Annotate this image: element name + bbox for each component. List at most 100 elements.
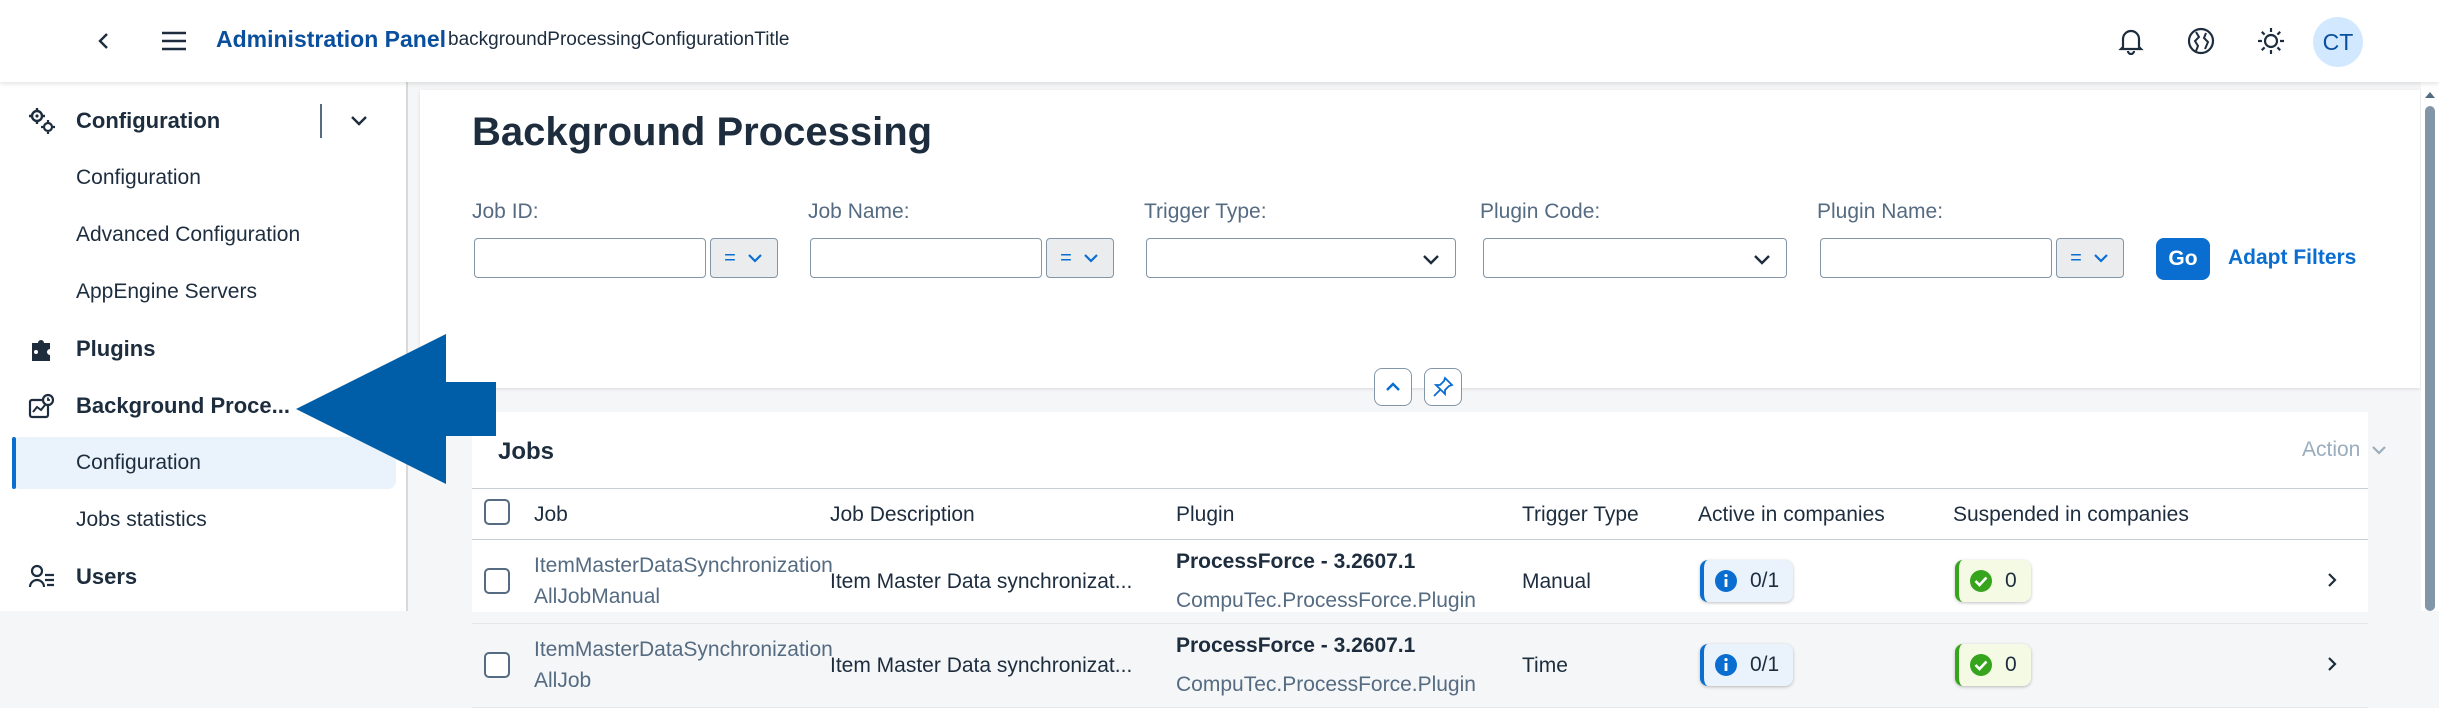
sidebar-item-label: Plugins	[76, 336, 156, 361]
puzzle-icon	[22, 335, 62, 363]
plugin-name-label: Plugin Name:	[1817, 200, 1944, 223]
scroll-thumb[interactable]	[2425, 106, 2435, 611]
active-count: 0/1	[1750, 569, 1780, 592]
row-checkbox[interactable]	[484, 652, 510, 678]
sidebar-subitem-jobs-statistics[interactable]: Jobs statistics	[12, 494, 396, 546]
bell-icon	[2118, 29, 2144, 55]
sidebar-item-configuration[interactable]: Configuration	[12, 95, 396, 147]
page-title: Background Processing	[472, 110, 933, 154]
sidebar-item-label: Configuration	[76, 166, 201, 189]
column-header-job-description[interactable]: Job Description	[830, 503, 975, 527]
vertical-scrollbar[interactable]	[2421, 82, 2439, 611]
action-label: Action	[2302, 438, 2361, 461]
chevron-down-icon	[1084, 254, 1098, 263]
chevron-down-icon[interactable]	[348, 110, 370, 138]
menu-button[interactable]	[150, 17, 198, 65]
operator-value: =	[2070, 246, 2082, 269]
avatar[interactable]: CT	[2313, 17, 2363, 67]
operator-value: =	[724, 246, 736, 269]
sidebar-item-label: Configuration	[76, 108, 221, 133]
sidebar-subitem-configuration[interactable]: Configuration	[12, 152, 396, 204]
page-subtitle: backgroundProcessingConfigurationTitle	[448, 29, 790, 50]
job-id-input[interactable]	[474, 238, 706, 278]
job-name-input[interactable]	[810, 238, 1042, 278]
info-icon	[1715, 654, 1737, 676]
operator-value: =	[1060, 246, 1072, 269]
pin-icon	[1433, 376, 1454, 397]
job-description: Item Master Data synchronizat...	[830, 570, 1133, 593]
trigger-type: Manual	[1522, 570, 1591, 593]
sidebar-item-label: Configuration	[76, 451, 201, 474]
job-name-line1[interactable]: ItemMasterDataSynchronization	[534, 554, 833, 578]
gears-icon	[22, 107, 62, 135]
chevron-left-icon	[98, 33, 108, 49]
chevron-down-icon	[1423, 255, 1439, 265]
column-header-plugin[interactable]: Plugin	[1176, 503, 1234, 527]
annotation-arrow	[296, 334, 496, 484]
trigger-type-label: Trigger Type:	[1144, 200, 1267, 223]
go-button[interactable]: Go	[2156, 238, 2210, 280]
job-name-operator-select[interactable]: =	[1046, 238, 1114, 278]
active-count: 0/1	[1750, 653, 1780, 676]
suspended-count: 0	[2005, 569, 2017, 592]
sidebar-item-users[interactable]: Users	[12, 551, 396, 603]
sidebar-item-label: AppEngine Servers	[76, 280, 257, 303]
job-name-line2[interactable]: AllJob	[534, 669, 591, 693]
chevron-right-icon[interactable]	[2324, 654, 2340, 674]
job-description: Item Master Data synchronizat...	[830, 654, 1133, 677]
chevron-down-icon	[2372, 446, 2387, 455]
theme-button[interactable]	[2247, 17, 2295, 65]
plugin-code-label: Plugin Code:	[1480, 200, 1601, 223]
job-name-line2[interactable]: AllJobManual	[534, 585, 660, 609]
notifications-button[interactable]	[2107, 17, 2155, 65]
back-button[interactable]	[80, 17, 128, 65]
language-button[interactable]	[2177, 17, 2225, 65]
column-header-suspended-in-companies[interactable]: Suspended in companies	[1953, 503, 2189, 527]
success-check-icon	[1970, 654, 1992, 676]
table-header: Job Job Description Plugin Trigger Type …	[472, 488, 2368, 540]
globe-icon	[2187, 27, 2215, 55]
job-name-label: Job Name:	[808, 200, 910, 223]
plugin-code: CompuTec.ProcessForce.Plugin	[1176, 673, 1476, 696]
column-header-trigger-type[interactable]: Trigger Type	[1522, 503, 1639, 527]
suspended-companies-badge[interactable]: 0	[1955, 644, 2031, 686]
plugin-name-input[interactable]	[1820, 238, 2052, 278]
collapse-header-button[interactable]	[1374, 368, 1412, 406]
active-companies-badge[interactable]: 0/1	[1700, 560, 1794, 602]
row-checkbox[interactable]	[484, 568, 510, 594]
plugin-name: ProcessForce - 3.2607.1	[1176, 550, 1416, 573]
sidebar-subitem-advanced-configuration[interactable]: Advanced Configuration	[12, 209, 396, 261]
plugin-code-select[interactable]	[1483, 238, 1787, 278]
plugin-code: CompuTec.ProcessForce.Plugin	[1176, 589, 1476, 612]
pin-header-button[interactable]	[1424, 368, 1462, 406]
background-processing-icon	[22, 392, 62, 420]
action-menu-button[interactable]: Action	[2302, 438, 2388, 462]
scroll-up-icon	[2425, 92, 2435, 98]
trigger-type-select[interactable]	[1146, 238, 1456, 278]
adapt-filters-button[interactable]: Adapt Filters	[2228, 246, 2356, 270]
active-companies-badge[interactable]: 0/1	[1700, 644, 1794, 686]
job-name-line1[interactable]: ItemMasterDataSynchronization	[534, 638, 833, 662]
chevron-down-icon	[1754, 255, 1770, 265]
table-row[interactable]: ItemMasterDataSynchronization AllJobManu…	[472, 540, 2368, 624]
main-content: Background Processing Job ID: = Job Name…	[420, 82, 2420, 708]
plugin-name: ProcessForce - 3.2607.1	[1176, 634, 1416, 657]
sidebar-item-label: Users	[76, 564, 138, 589]
success-check-icon	[1970, 570, 1992, 592]
app-shell: Administration Panel backgroundProcessin…	[0, 0, 2439, 708]
job-id-label: Job ID:	[472, 200, 539, 223]
table-row[interactable]: ItemMasterDataSynchronization AllJob Ite…	[472, 624, 2368, 708]
column-header-active-in-companies[interactable]: Active in companies	[1698, 503, 1885, 527]
chevron-right-icon[interactable]	[2324, 570, 2340, 590]
chevron-up-icon	[1386, 382, 1400, 391]
app-title[interactable]: Administration Panel	[216, 26, 446, 53]
plugin-name-operator-select[interactable]: =	[2056, 238, 2124, 278]
chevron-down-icon	[2094, 254, 2108, 263]
suspended-count: 0	[2005, 653, 2017, 676]
column-header-job[interactable]: Job	[534, 503, 568, 527]
filter-bar: Background Processing Job ID: = Job Name…	[420, 90, 2420, 406]
select-all-checkbox[interactable]	[484, 499, 510, 525]
job-id-operator-select[interactable]: =	[710, 238, 778, 278]
sidebar-subitem-appengine-servers[interactable]: AppEngine Servers	[12, 266, 396, 318]
suspended-companies-badge[interactable]: 0	[1955, 560, 2031, 602]
